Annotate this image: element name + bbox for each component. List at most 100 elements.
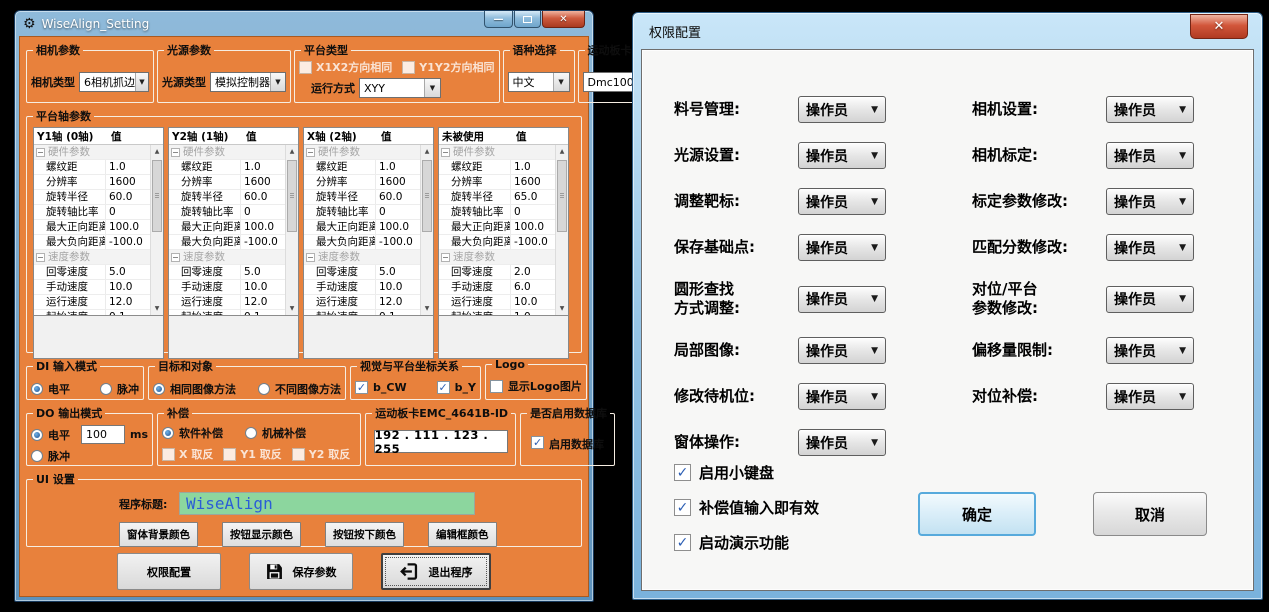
axis-param-value[interactable]: 1.0: [375, 160, 420, 174]
scroll-thumb[interactable]: [287, 160, 297, 232]
color-setting-button[interactable]: 按钮显示颜色: [222, 522, 301, 547]
camera-type-dropdown[interactable]: 6相机抓边 ▼: [79, 72, 149, 92]
color-setting-button[interactable]: 编辑框颜色: [428, 522, 497, 547]
axis-param-value[interactable]: 60.0: [105, 190, 150, 204]
axis-param-value[interactable]: 1.0: [105, 160, 150, 174]
option-checkbox[interactable]: [674, 499, 691, 516]
role-dropdown[interactable]: 操作员▼: [798, 337, 886, 364]
x1x2-same-checkbox[interactable]: [299, 61, 312, 74]
axis-param-value[interactable]: 0: [510, 205, 555, 219]
axis-param-value[interactable]: 5.0: [105, 265, 150, 279]
collapse-minus-icon[interactable]: [36, 253, 45, 262]
role-dropdown[interactable]: 操作员▼: [1106, 142, 1194, 169]
scroll-thumb[interactable]: [557, 160, 567, 232]
axis-param-value[interactable]: 1.0: [240, 160, 285, 174]
scrollbar[interactable]: ▲▼: [285, 145, 298, 315]
collapse-minus-icon[interactable]: [441, 148, 450, 157]
color-setting-button[interactable]: 窗体背景颜色: [119, 522, 198, 547]
option-checkbox[interactable]: [674, 464, 691, 481]
run-mode-dropdown[interactable]: XYY ▼: [359, 78, 441, 98]
axis-param-value[interactable]: -100.0: [510, 235, 555, 249]
permission-config-button[interactable]: 权限配置: [117, 553, 221, 590]
role-dropdown[interactable]: 操作员▼: [798, 383, 886, 410]
axis-param-value[interactable]: 60.0: [240, 190, 285, 204]
collapse-minus-icon[interactable]: [306, 148, 315, 157]
close-button[interactable]: ✕: [1190, 14, 1248, 39]
scroll-thumb[interactable]: [422, 160, 432, 232]
close-button[interactable]: ✕: [542, 11, 585, 28]
role-dropdown[interactable]: 操作员▼: [1106, 337, 1194, 364]
software-comp-radio[interactable]: [162, 427, 174, 439]
axis-param-value[interactable]: 0: [105, 205, 150, 219]
invert-checkbox[interactable]: [162, 448, 175, 461]
role-dropdown[interactable]: 操作员▼: [1106, 286, 1194, 313]
minimize-button[interactable]: —: [484, 11, 513, 28]
save-params-button[interactable]: 保存参数: [249, 553, 353, 590]
axis-param-value[interactable]: 12.0: [375, 295, 420, 309]
scroll-down-icon[interactable]: ▼: [151, 302, 163, 315]
language-dropdown[interactable]: 中文 ▼: [508, 72, 570, 92]
axis-param-value[interactable]: 65.0: [510, 190, 555, 204]
scroll-down-icon[interactable]: ▼: [556, 302, 568, 315]
collapse-minus-icon[interactable]: [171, 253, 180, 262]
do-ms-input[interactable]: 100: [81, 425, 125, 444]
axis-param-value[interactable]: 1600: [240, 175, 285, 189]
scroll-up-icon[interactable]: ▲: [286, 145, 298, 158]
b-cw-checkbox[interactable]: [355, 381, 368, 394]
scroll-down-icon[interactable]: ▼: [421, 302, 433, 315]
scroll-up-icon[interactable]: ▲: [556, 145, 568, 158]
enable-database-checkbox[interactable]: [531, 436, 544, 449]
mechanical-comp-radio[interactable]: [245, 427, 257, 439]
axis-param-value[interactable]: 1.0: [510, 160, 555, 174]
axis-param-value[interactable]: -100.0: [240, 235, 285, 249]
option-checkbox[interactable]: [674, 534, 691, 551]
di-pulse-radio[interactable]: [100, 383, 112, 395]
axis-param-value[interactable]: 1600: [105, 175, 150, 189]
y1y2-same-checkbox[interactable]: [402, 61, 415, 74]
collapse-minus-icon[interactable]: [36, 148, 45, 157]
role-dropdown[interactable]: 操作员▼: [798, 234, 886, 261]
b-y-checkbox[interactable]: [437, 381, 450, 394]
do-level-radio[interactable]: [31, 429, 43, 441]
axis-param-value[interactable]: 2.0: [510, 265, 555, 279]
axis-param-value[interactable]: -100.0: [375, 235, 420, 249]
ok-button[interactable]: 确定: [918, 492, 1036, 536]
role-dropdown[interactable]: 操作员▼: [1106, 96, 1194, 123]
title-bar[interactable]: 权限配置: [633, 13, 1262, 47]
di-level-radio[interactable]: [31, 383, 43, 395]
role-dropdown[interactable]: 操作员▼: [798, 188, 886, 215]
diff-image-method-radio[interactable]: [258, 383, 270, 395]
axis-param-value[interactable]: 10.0: [510, 295, 555, 309]
same-image-method-radio[interactable]: [153, 383, 165, 395]
axis-param-value[interactable]: 1600: [375, 175, 420, 189]
light-type-dropdown[interactable]: 模拟控制器 ▼: [210, 72, 286, 92]
axis-param-value[interactable]: 0: [240, 205, 285, 219]
axis-param-value[interactable]: 1.0: [510, 310, 555, 315]
axis-param-value[interactable]: 0.1: [375, 310, 420, 315]
color-setting-button[interactable]: 按钮按下颜色: [325, 522, 404, 547]
emc-ip-input[interactable]: 192 . 111 . 123 . 255: [374, 430, 508, 453]
scrollbar[interactable]: ▲▼: [555, 145, 568, 315]
program-title-input[interactable]: WiseAlign: [179, 492, 475, 515]
axis-param-value[interactable]: 10.0: [375, 280, 420, 294]
do-pulse-radio[interactable]: [31, 450, 43, 462]
axis-param-value[interactable]: 100.0: [510, 220, 555, 234]
scrollbar[interactable]: ▲▼: [420, 145, 433, 315]
invert-checkbox[interactable]: [223, 448, 236, 461]
axis-param-value[interactable]: 5.0: [375, 265, 420, 279]
axis-param-value[interactable]: 10.0: [105, 280, 150, 294]
invert-checkbox[interactable]: [292, 448, 305, 461]
collapse-minus-icon[interactable]: [306, 253, 315, 262]
axis-param-value[interactable]: 6.0: [510, 280, 555, 294]
show-logo-checkbox[interactable]: [490, 380, 503, 393]
role-dropdown[interactable]: 操作员▼: [1106, 234, 1194, 261]
axis-param-value[interactable]: -100.0: [105, 235, 150, 249]
axis-param-value[interactable]: 0.1: [240, 310, 285, 315]
axis-param-value[interactable]: 100.0: [105, 220, 150, 234]
role-dropdown[interactable]: 操作员▼: [798, 286, 886, 313]
role-dropdown[interactable]: 操作员▼: [798, 96, 886, 123]
axis-param-value[interactable]: 0: [375, 205, 420, 219]
scroll-up-icon[interactable]: ▲: [151, 145, 163, 158]
exit-program-button[interactable]: 退出程序: [381, 553, 491, 590]
role-dropdown[interactable]: 操作员▼: [1106, 188, 1194, 215]
